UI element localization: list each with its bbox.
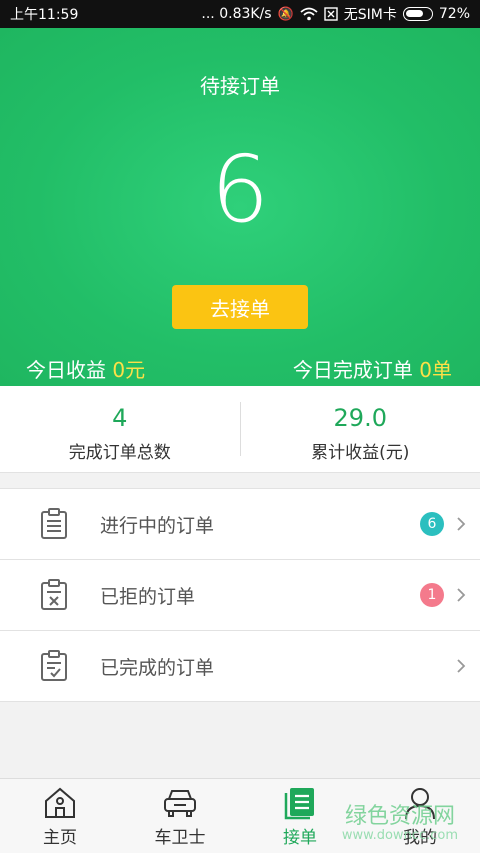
- watermark-title: 绿色资源网: [344, 804, 455, 829]
- tab-home[interactable]: 主页: [0, 779, 120, 853]
- tab-label: 接单: [283, 828, 317, 848]
- home-icon: [45, 787, 75, 818]
- battery-icon: [402, 7, 433, 21]
- battery-percent: 72%: [438, 6, 470, 22]
- clipboard-list-icon: [41, 508, 67, 539]
- chevron-right-icon: [457, 517, 466, 531]
- tab-car-guard[interactable]: 车卫士: [120, 779, 240, 853]
- order-row-completed[interactable]: 已完成的订单: [0, 631, 480, 702]
- mute-icon: 🔕: [277, 6, 294, 22]
- pending-orders-panel: 待接订单 6 去接单 今日收益 0元 今日完成订单 0单: [0, 28, 480, 386]
- status-bar: 上午11:59 ... 0.83K/s 🔕 无SIM卡 72%: [0, 0, 480, 28]
- site-watermark: 绿色资源网 www.downcc.com: [342, 798, 458, 843]
- stat-label: 累计收益(元): [311, 443, 410, 463]
- watermark-url: www.downcc.com: [341, 828, 458, 843]
- count-badge: 6: [420, 512, 444, 536]
- network-speed: ... 0.83K/s: [201, 6, 272, 22]
- stat-value: 29.0: [333, 404, 387, 432]
- stat-total-earnings: 29.0 累计收益(元): [241, 386, 480, 472]
- order-row-label: 进行中的订单: [100, 514, 215, 537]
- stat-total-orders: 4 完成订单总数: [0, 386, 240, 472]
- wifi-icon: [300, 7, 318, 21]
- order-list: 进行中的订单 6 已拒的订单 1 已完成的订单: [0, 488, 480, 702]
- clipboard-check-icon: [41, 650, 67, 681]
- pending-count: 6: [210, 136, 270, 243]
- no-sim-icon: [324, 7, 338, 21]
- stats-bar: 4 完成订单总数 29.0 累计收益(元): [0, 386, 480, 473]
- orders-icon: [284, 788, 314, 820]
- today-earnings-value: 0元: [112, 358, 146, 382]
- chevron-right-icon: [457, 588, 466, 602]
- stat-label: 完成订单总数: [68, 443, 171, 463]
- count-badge: 1: [420, 583, 444, 607]
- today-earnings: 今日收益 0元: [26, 354, 145, 383]
- today-completed-value: 0单: [419, 358, 452, 382]
- today-completed: 今日完成订单 0单: [293, 354, 452, 383]
- status-time: 上午11:59: [10, 7, 79, 23]
- chevron-right-icon: [457, 659, 466, 673]
- today-completed-label: 今日完成订单: [292, 358, 413, 382]
- tab-label: 车卫士: [154, 828, 206, 848]
- order-row-label: 已完成的订单: [100, 656, 215, 679]
- clipboard-x-icon: [41, 579, 67, 610]
- order-row-rejected[interactable]: 已拒的订单 1: [0, 560, 480, 631]
- stat-value: 4: [112, 404, 128, 432]
- order-row-label: 已拒的订单: [100, 585, 196, 608]
- tab-label: 主页: [43, 828, 77, 848]
- pending-title: 待接订单: [200, 74, 280, 98]
- accept-orders-button[interactable]: 去接单: [172, 285, 308, 329]
- status-right: ... 0.83K/s 🔕 无SIM卡 72%: [201, 4, 470, 24]
- order-row-in-progress[interactable]: 进行中的订单 6: [0, 489, 480, 560]
- car-icon: [164, 790, 196, 817]
- today-earnings-label: 今日收益: [26, 358, 106, 382]
- sim-status: 无SIM卡: [343, 7, 397, 23]
